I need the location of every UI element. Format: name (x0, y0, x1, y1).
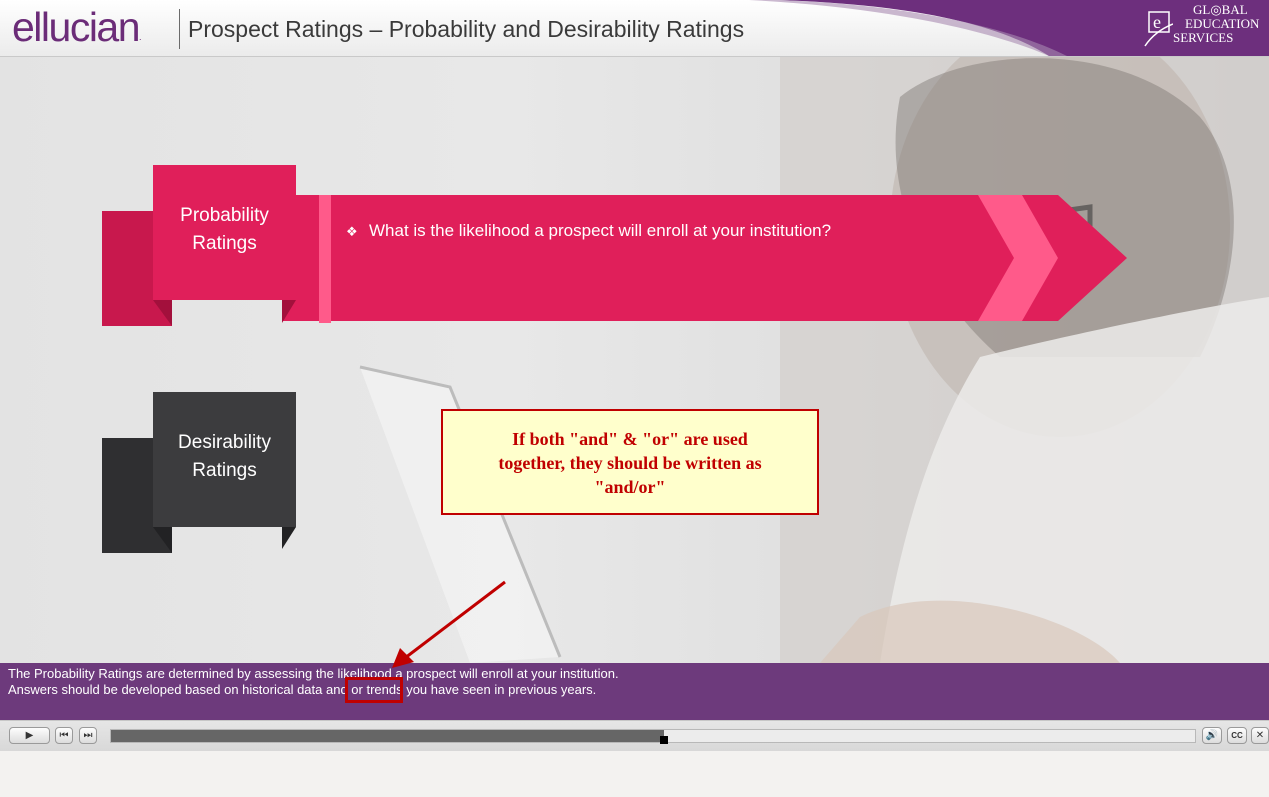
diamond-bullet-icon: ❖ (346, 224, 358, 239)
probability-label-line: Ratings (192, 233, 257, 254)
callout-line: If both "and" & "or" are used (512, 429, 748, 449)
volume-button[interactable]: 🔊 (1202, 727, 1222, 744)
page-title: Prospect Ratings – Probability and Desir… (188, 16, 745, 42)
global-education-services-text: GL◎BAL EDUCATION SERVICES (1173, 3, 1259, 45)
caption-line: The Probability Ratings are determined b… (8, 666, 619, 681)
probability-ratings-tab[interactable]: Probability Ratings (153, 202, 296, 258)
probability-label-line: Probability (180, 205, 269, 226)
seek-bar[interactable] (110, 729, 1196, 744)
desirability-label-line: Desirability (178, 432, 271, 453)
closed-captions-button[interactable]: CC (1227, 727, 1247, 744)
header-bar: ellucian. Prospect Ratings – Probability… (0, 0, 1269, 57)
footer-area (0, 751, 1269, 797)
ellucian-logo[interactable]: ellucian. (12, 4, 142, 51)
annotation-callout: If both "and" & "or" are used together, … (441, 409, 819, 515)
badge-line: GL◎BAL (1193, 2, 1248, 17)
next-slide-button[interactable]: ⏭ (79, 727, 97, 744)
callout-line: "and/or" (594, 477, 666, 497)
close-button[interactable]: ✕ (1251, 727, 1269, 744)
badge-line: SERVICES (1173, 30, 1234, 45)
global-education-services-logo-icon: e (1144, 11, 1173, 47)
probability-question: ❖ What is the likelihood a prospect will … (346, 221, 831, 241)
annotation-highlight-box (345, 677, 403, 703)
badge-line: EDUCATION (1185, 16, 1260, 31)
play-button[interactable]: ▶ (9, 727, 50, 744)
player-controls: ▶ ⏮ ⏭ 🔊 CC ✕ (0, 720, 1269, 751)
header-divider (179, 9, 180, 49)
desirability-label-line: Ratings (192, 460, 257, 481)
callout-line: together, they should be written as (498, 453, 762, 473)
previous-slide-button[interactable]: ⏮ (55, 727, 73, 744)
seek-bar-fill (111, 730, 664, 742)
caption-bar: The Probability Ratings are determined b… (0, 663, 1269, 720)
svg-text:e: e (1153, 12, 1161, 32)
seek-bar-thumb[interactable] (659, 736, 668, 744)
question-text: What is the likelihood a prospect will e… (369, 221, 832, 240)
desirability-ratings-tab[interactable]: Desirability Ratings (153, 429, 296, 485)
caption-line: Answers should be developed based on his… (8, 682, 597, 697)
ratings-graphic (102, 165, 1127, 553)
slide-stage: Probability Ratings Desirability Ratings… (0, 57, 1269, 663)
